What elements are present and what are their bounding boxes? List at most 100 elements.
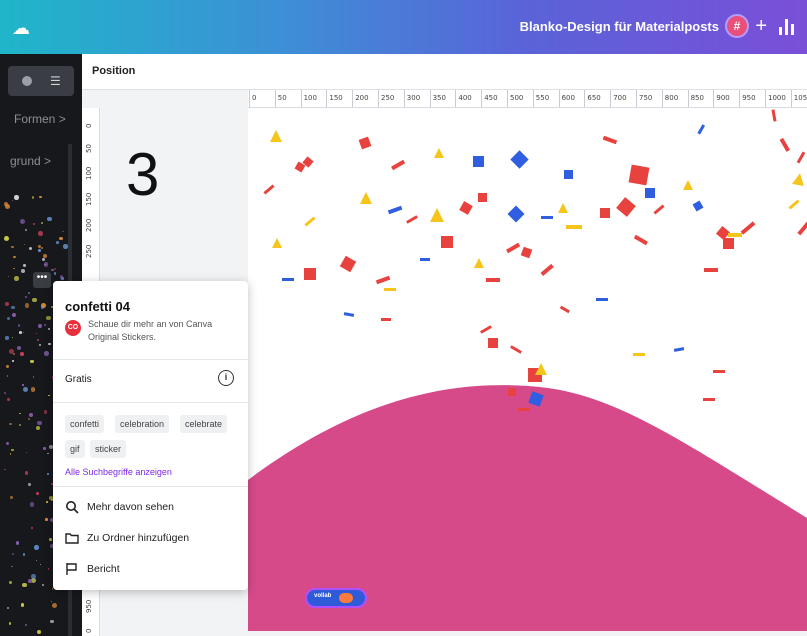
thumbnail-sparkle xyxy=(48,394,50,396)
ruler-label: 500 xyxy=(510,94,524,102)
step-number: 3 xyxy=(126,141,160,208)
thumbnail-sparkle xyxy=(47,216,52,222)
thumbnail-sparkle xyxy=(9,453,12,456)
search-bar[interactable]: ☰ xyxy=(8,66,74,96)
confetti-piece xyxy=(518,408,530,411)
more-options-button[interactable]: ••• xyxy=(33,272,51,288)
thumbnail-sparkle xyxy=(7,397,11,401)
thumbnail-sparkle xyxy=(44,324,47,326)
thumbnail-sparkle xyxy=(12,553,14,555)
thumbnail-sparkle xyxy=(35,425,40,430)
confetti-piece xyxy=(473,156,484,167)
author-description[interactable]: Schaue dir mehr an von Canva Original St… xyxy=(88,318,238,344)
info-icon[interactable]: i xyxy=(218,370,234,386)
thumbnail-sparkle xyxy=(7,317,11,320)
thumbnail-sparkle xyxy=(35,332,38,335)
author-avatar[interactable]: CO xyxy=(65,320,81,336)
thumbnail-sparkle xyxy=(32,223,35,226)
confetti-piece xyxy=(304,268,316,280)
tag-chip[interactable]: confetti xyxy=(65,415,105,433)
thumbnail-sparkle xyxy=(36,629,42,635)
divider xyxy=(53,486,248,487)
ruler-label: 950 xyxy=(85,599,93,613)
ruler-label: 105 xyxy=(793,94,807,102)
ruler-tick xyxy=(687,90,689,107)
confetti-piece xyxy=(633,353,645,356)
tag-chip[interactable]: celebration xyxy=(115,415,170,433)
show-all-tags-link[interactable]: Alle Suchbegriffe anzeigen xyxy=(65,467,172,477)
design-title[interactable]: Blanko-Design für Materialposts xyxy=(520,19,719,34)
confetti-piece xyxy=(486,278,500,282)
confetti-piece xyxy=(558,203,568,213)
thumbnail-sparkle xyxy=(31,527,33,529)
tag-chip[interactable]: celebrate xyxy=(180,415,228,433)
thumbnail-sparkle xyxy=(41,258,45,262)
ruler-tick xyxy=(610,90,612,107)
tag-chip[interactable]: sticker xyxy=(90,440,127,458)
avatar[interactable]: # xyxy=(725,14,749,38)
add-people-button[interactable]: + xyxy=(755,14,767,38)
thumbnail-sparkle xyxy=(10,448,14,452)
ruler-label: 50 xyxy=(277,94,287,102)
thumbnail-sparkle xyxy=(14,195,19,200)
thumbnail-sparkle xyxy=(51,268,54,272)
thumbnail-sparkle xyxy=(22,332,24,334)
category-formen[interactable]: Formen > xyxy=(14,112,66,126)
thumbnail-sparkle xyxy=(12,360,14,362)
see-more-button[interactable]: Mehr davon sehen xyxy=(65,499,235,517)
thumbnail-sparkle xyxy=(45,518,48,521)
thumbnail-sparkle xyxy=(24,295,27,299)
confetti-piece xyxy=(360,192,372,204)
home-icon[interactable]: ☁ xyxy=(12,17,34,39)
filter-icon[interactable]: ☰ xyxy=(50,74,61,88)
thumbnail-sparkle xyxy=(15,541,20,545)
ruler-tick xyxy=(584,90,586,107)
thumbnail-sparkle xyxy=(25,451,27,453)
watermark-text: vollab xyxy=(314,593,332,599)
confetti-piece xyxy=(381,318,391,321)
confetti-piece xyxy=(535,363,547,375)
ruler-label: 200 xyxy=(85,218,93,232)
ruler-tick xyxy=(300,90,302,107)
ruler-label: 100 xyxy=(85,166,93,180)
confetti-piece xyxy=(488,338,498,348)
report-button[interactable]: Bericht xyxy=(65,561,235,579)
thumbnail-sparkle xyxy=(40,563,42,566)
properties-bar: Position xyxy=(82,54,807,90)
element-title: confetti 04 xyxy=(65,299,131,314)
thumbnail-sparkle xyxy=(12,199,14,201)
thumbnail-sparkle xyxy=(27,578,32,583)
design-canvas[interactable] xyxy=(248,108,807,631)
thumbnail-sparkle xyxy=(49,538,52,541)
position-button[interactable]: Position xyxy=(92,65,135,77)
thumbnail-sparkle xyxy=(32,376,35,378)
confetti-piece xyxy=(645,188,655,198)
ruler-label: 250 xyxy=(381,94,395,102)
ruler-label: 600 xyxy=(561,94,575,102)
thumbnail-sparkle xyxy=(59,236,63,241)
thumbnail-sparkle xyxy=(16,345,21,350)
ruler-label: 300 xyxy=(406,94,421,102)
add-to-folder-button[interactable]: Zu Ordner hinzufügen xyxy=(65,530,235,548)
thumbnail-sparkle xyxy=(62,230,64,233)
thumbnail-sparkle xyxy=(19,412,21,414)
top-bar: ☁ Blanko-Design für Materialposts # + xyxy=(0,0,807,54)
toggle-knob xyxy=(339,593,353,603)
thumbnail-sparkle xyxy=(5,442,9,446)
thumbnail-sparkle xyxy=(11,565,13,568)
insights-icon[interactable] xyxy=(777,17,797,35)
watermark-badge: vollab xyxy=(305,588,367,608)
ruler-label: 850 xyxy=(690,94,704,102)
thumbnail-sparkle xyxy=(32,297,37,303)
confetti-piece xyxy=(628,164,650,186)
confetti-piece xyxy=(683,180,693,190)
thumbnail-sparkle xyxy=(5,336,9,340)
ruler-label: 900 xyxy=(716,94,730,102)
confetti-piece xyxy=(713,370,725,373)
tag-chip[interactable]: gif xyxy=(65,440,85,458)
category-hintergrund[interactable]: grund > xyxy=(10,154,51,168)
ruler-label: 0 xyxy=(85,628,93,633)
ruler-tick xyxy=(352,90,354,107)
confetti-piece xyxy=(441,236,453,248)
thumbnail-sparkle xyxy=(41,584,44,587)
